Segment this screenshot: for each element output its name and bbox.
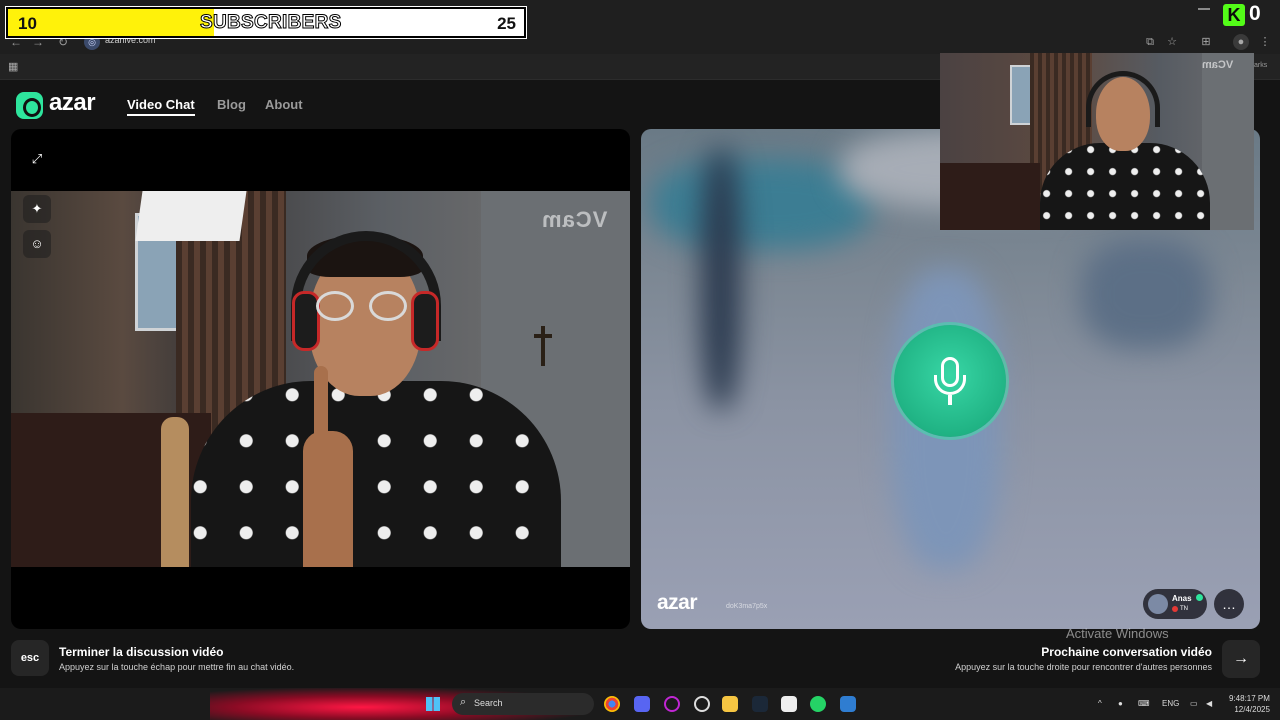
tray-volume-icon[interactable]: ◀ — [1206, 699, 1212, 708]
room-chair — [161, 417, 189, 567]
azar-wordmark[interactable]: azar — [49, 89, 96, 117]
session-id: doK3ma7p5x — [726, 603, 768, 610]
effects-sparkle-icon[interactable]: ✦ — [23, 195, 51, 223]
profile-avatar[interactable]: ● — [1233, 34, 1249, 50]
local-video-panel: ⤢ VCam ✦ ☺ — [11, 129, 630, 629]
extensions-icon[interactable]: ⊞ — [1198, 34, 1214, 50]
search-placeholder: Search — [474, 698, 503, 708]
capcut-icon[interactable] — [781, 696, 797, 712]
cam-person-hoodie — [1040, 143, 1210, 230]
microphone-icon-stem — [948, 395, 952, 405]
next-arrow-button[interactable]: → — [1222, 640, 1260, 678]
bookmark-star-icon[interactable]: ☆ — [1164, 34, 1180, 50]
remote-user-country: TN — [1180, 606, 1188, 612]
azar-logo-icon[interactable] — [16, 92, 43, 119]
vcam-watermark: VCam — [541, 207, 608, 232]
subscriber-goal-bar: 10 SUBSCRIBERS 25 — [6, 7, 526, 38]
obs-icon[interactable] — [694, 696, 710, 712]
subscriber-label: SUBSCRIBERS — [200, 12, 342, 34]
person-finger — [314, 366, 328, 446]
activate-windows-watermark: Activate Windows — [1066, 626, 1169, 641]
tray-mic-icon[interactable]: ● — [1118, 699, 1123, 708]
cam-window — [1010, 65, 1032, 125]
opera-icon[interactable] — [664, 696, 680, 712]
kick-follower-count: 0 — [1249, 2, 1261, 25]
discord-icon[interactable] — [634, 696, 650, 712]
face-filter-icon[interactable]: ☺ — [23, 230, 51, 258]
country-flag-icon — [1172, 606, 1178, 612]
minimize-icon[interactable] — [1198, 8, 1210, 10]
clock-date: 12/4/2025 — [1234, 705, 1270, 714]
local-video-feed: VCam — [11, 191, 630, 567]
person-hand — [303, 431, 353, 567]
app-icon[interactable] — [840, 696, 856, 712]
remote-user-avatar — [1148, 594, 1168, 614]
nav-about[interactable]: About — [265, 97, 303, 112]
cam-bed — [940, 163, 1040, 230]
search-icon: ⌕ — [460, 696, 467, 708]
next-chat-subtitle: Appuyez sur la touche droite pour rencon… — [955, 662, 1212, 672]
room-towel — [135, 191, 247, 241]
remote-user-name: Anas — [1172, 594, 1192, 603]
taskbar-search[interactable]: ⌕ Search — [452, 693, 594, 715]
glasses-left-lens — [316, 291, 354, 321]
online-status-icon — [1196, 594, 1203, 601]
remote-user-badge[interactable]: Anas TN — [1143, 589, 1207, 619]
next-chat-title: Prochaine conversation vidéo — [1041, 645, 1212, 659]
taskbar-clock[interactable]: 9:48:17 PM 12/4/2025 — [1229, 693, 1270, 715]
file-explorer-icon[interactable] — [722, 696, 738, 712]
chrome-icon[interactable] — [604, 696, 620, 712]
blur-awning — [651, 159, 871, 249]
microphone-button[interactable] — [894, 325, 1006, 437]
microphone-icon-cup — [934, 375, 966, 395]
cam-vcam-watermark: VCam — [1202, 59, 1234, 71]
steam-icon[interactable] — [752, 696, 768, 712]
browser-menu-icon[interactable]: ⋮ — [1257, 34, 1273, 50]
fullscreen-icon[interactable]: ⤢ — [26, 148, 48, 170]
subscriber-goal: 25 — [497, 14, 516, 33]
nav-active-underline — [127, 114, 195, 116]
nav-blog[interactable]: Blog — [217, 97, 246, 112]
end-chat-title: Terminer la discussion vidéo — [59, 645, 224, 659]
windows-taskbar: ⌕ Search ^ ● ⌨ ENG ▭ ◀ 9:48:17 PM 12/4/2… — [0, 688, 1280, 720]
blur-pole — [701, 149, 741, 409]
nav-video-chat[interactable]: Video Chat — [127, 97, 195, 112]
cam-headset — [1086, 71, 1160, 127]
apps-grid-icon[interactable]: ▦ — [8, 60, 18, 73]
language-indicator[interactable]: ENG — [1162, 699, 1179, 708]
glasses-right-lens — [369, 291, 407, 321]
screen: + K 0 ← → ↻ ◎ azarlive.com ⧉ ☆ ⊞ ● ⋮ ▦ a… — [0, 0, 1280, 720]
remote-azar-logo: azar — [657, 591, 698, 614]
chat-bubble-icon[interactable]: … — [1214, 589, 1244, 619]
tray-overflow-icon[interactable]: ^ — [1098, 699, 1102, 708]
wall-cross — [534, 326, 552, 366]
webcam-overlay: VCam — [940, 53, 1254, 230]
whatsapp-icon[interactable] — [810, 696, 826, 712]
tray-network-icon[interactable]: ▭ — [1190, 699, 1198, 708]
end-chat-subtitle: Appuyez sur la touche échap pour mettre … — [59, 662, 295, 672]
person-hoodie — [191, 381, 561, 567]
blur-car — [1081, 239, 1211, 349]
windows-start-icon[interactable] — [426, 697, 440, 711]
subscriber-count: 10 — [18, 14, 37, 33]
all-bookmarks-label[interactable]: arks — [1254, 62, 1267, 69]
headset-right-ear — [411, 291, 439, 351]
clock-time: 9:48:17 PM — [1229, 694, 1270, 703]
headset-left-ear — [292, 291, 320, 351]
tray-keyboard-icon[interactable]: ⌨ — [1138, 699, 1150, 708]
kick-logo-icon: K — [1223, 4, 1245, 26]
esc-key-button[interactable]: esc — [11, 640, 49, 676]
cast-icon[interactable]: ⧉ — [1142, 34, 1158, 50]
subscriber-progress-fill — [8, 9, 215, 36]
